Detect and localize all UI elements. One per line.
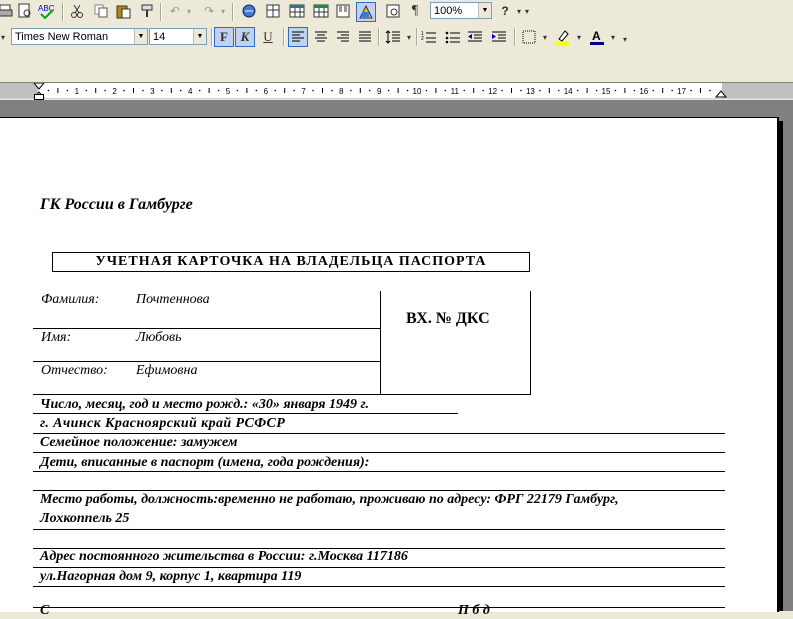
format-painter-icon[interactable]	[138, 2, 156, 20]
print-icon[interactable]	[0, 2, 14, 20]
zoom-value: 100%	[434, 5, 463, 17]
work-line-2: Лохкоппель 25	[40, 511, 130, 526]
name-line	[33, 361, 380, 362]
page-shadow	[779, 121, 783, 611]
birth-underline	[33, 413, 458, 414]
standard-toolbar: ABC ↶ ▾ ↷ ▾ ¶ 100% ▼ ? ▾ ▾	[0, 0, 793, 24]
svg-text:A: A	[592, 29, 601, 43]
table-divider	[380, 291, 381, 394]
address-line-2: ул.Нагорная дом 9, корпус 1, квартира 11…	[40, 569, 302, 584]
cut-icon[interactable]	[68, 2, 86, 20]
table-bottom-border	[380, 394, 531, 395]
print-preview-icon[interactable]	[16, 2, 34, 20]
font-name-combo[interactable]: Times New Roman ▼	[11, 28, 148, 45]
surname-value: Почтеннова	[136, 292, 210, 307]
help-label: ?	[501, 4, 509, 18]
work-line	[33, 529, 725, 530]
hyperlink-icon[interactable]	[240, 2, 258, 20]
borders-dropdown-icon[interactable]: ▾	[536, 28, 554, 46]
patronymic-label: Отчество:	[41, 363, 108, 378]
name-value: Любовь	[136, 330, 182, 345]
surname-label: Фамилия:	[41, 292, 100, 307]
address-line-1: Адрес постоянного жительства в России: г…	[40, 549, 408, 564]
undo-dropdown-icon[interactable]: ▾	[180, 2, 198, 20]
font-name-value: Times New Roman	[15, 31, 109, 43]
work-line-1: Место работы, должность:временно не рабо…	[40, 492, 619, 507]
address-line-under-1	[33, 567, 725, 568]
numbering-icon[interactable]: 12	[420, 28, 438, 46]
children: Дети, вписанные в паспорт (имена, года р…	[40, 455, 370, 470]
bottom-line	[33, 607, 725, 608]
italic-button[interactable]: K	[235, 27, 255, 47]
card-title: УЧЕТНАЯ КАРТОЧКА НА ВЛАДЕЛЬЦА ПАСПОРТА	[52, 252, 530, 272]
formatting-options-icon[interactable]: ▾	[616, 30, 634, 48]
bold-button[interactable]: F	[214, 27, 234, 47]
birth-line: Число, месяц, год и место рожд.: «30» ян…	[40, 397, 369, 412]
blank-line	[33, 490, 725, 491]
copy-icon[interactable]	[92, 2, 110, 20]
highlight-dropdown-icon[interactable]: ▾	[570, 28, 588, 46]
increase-indent-icon[interactable]	[490, 28, 508, 46]
font-size-dropdown-icon[interactable]: ▼	[193, 29, 206, 44]
spelling-icon[interactable]: ABC	[38, 2, 56, 20]
surname-line	[33, 328, 380, 329]
insert-table-icon[interactable]	[288, 2, 306, 20]
table-right-border	[530, 291, 531, 394]
svg-text:2: 2	[421, 36, 424, 42]
marital-line	[33, 452, 725, 453]
zoom-dropdown-icon[interactable]: ▼	[478, 3, 491, 18]
align-left-icon[interactable]	[288, 27, 308, 47]
tables-borders-icon[interactable]	[264, 2, 282, 20]
horizontal-ruler[interactable]: 1123456789101112131415161719	[0, 82, 793, 99]
birth-place: г. Ачинск Красноярский край РСФСР	[40, 416, 286, 431]
address-line-under-2	[33, 586, 725, 587]
cut-line-left: С	[40, 603, 50, 618]
marital-status: Семейное положение: замужем	[40, 435, 238, 450]
document-map-icon[interactable]	[384, 2, 402, 20]
justify-icon[interactable]	[356, 28, 374, 46]
font-size-value: 14	[153, 31, 166, 43]
formatting-toolbar: ▾ Times New Roman ▼ 14 ▼ F K U ▾ 12 ▾ ▾ A …	[0, 24, 793, 50]
redo-dropdown-icon[interactable]: ▾	[214, 2, 232, 20]
patronymic-value: Ефимовна	[136, 363, 198, 378]
columns-icon[interactable]	[334, 2, 352, 20]
birth-place-line	[33, 433, 725, 434]
toolbar-options-icon[interactable]: ▾	[518, 2, 536, 20]
underline-button[interactable]: U	[259, 28, 277, 46]
show-hide-pilcrow-icon[interactable]: ¶	[406, 2, 424, 20]
children-line	[33, 471, 725, 472]
consulate-heading: ГК России в Гамбурге	[40, 196, 193, 213]
insert-excel-icon[interactable]	[312, 2, 330, 20]
font-name-dropdown-icon[interactable]: ▼	[134, 29, 147, 44]
drawing-icon[interactable]	[356, 2, 376, 22]
document-page[interactable]: ГК России в Гамбурге УЧЕТНАЯ КАРТОЧКА НА…	[0, 117, 779, 618]
zoom-combo[interactable]: 100% ▼	[430, 2, 492, 19]
cut-line-right: П б д	[458, 603, 490, 618]
font-size-combo[interactable]: 14 ▼	[149, 28, 207, 45]
ruler-markers	[0, 83, 793, 98]
bullets-icon[interactable]	[444, 28, 462, 46]
align-right-icon[interactable]	[334, 28, 352, 46]
name-label: Имя:	[41, 330, 72, 345]
incoming-number: ВХ. № ДКС	[406, 310, 490, 327]
align-center-icon[interactable]	[312, 28, 330, 46]
paste-icon[interactable]	[114, 2, 132, 20]
patronymic-line	[33, 394, 380, 395]
decrease-indent-icon[interactable]	[466, 28, 484, 46]
